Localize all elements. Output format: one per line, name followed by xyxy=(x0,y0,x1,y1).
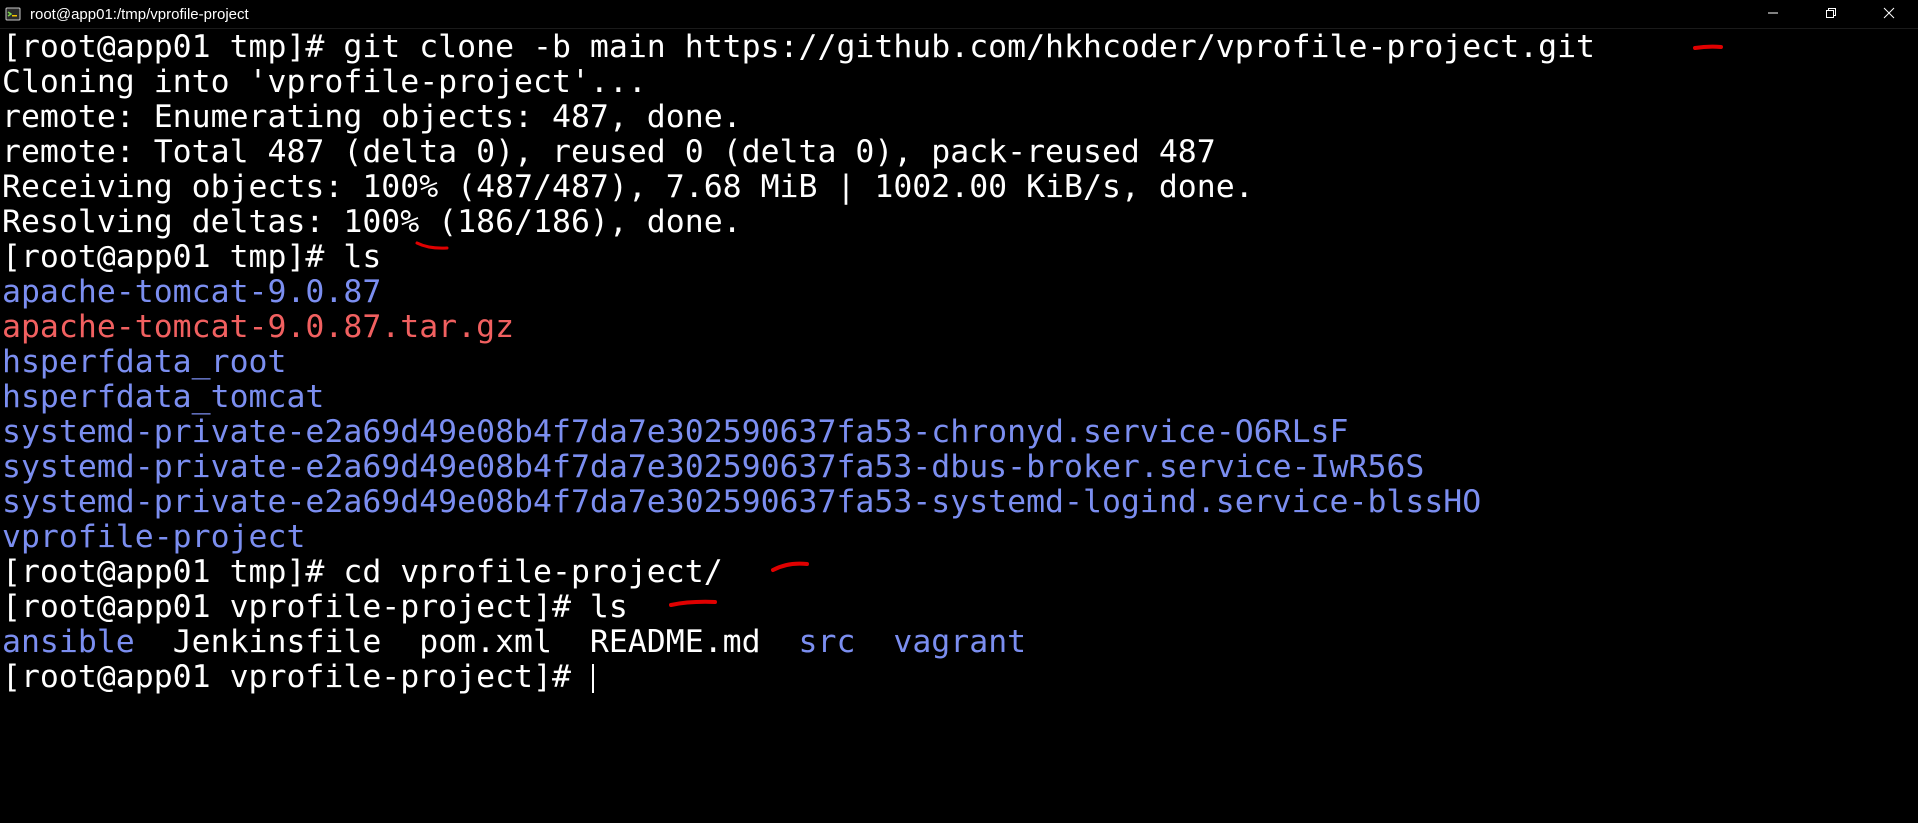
terminal-line: Cloning into 'vprofile-project'... xyxy=(2,65,647,100)
terminal-line: apache-tomcat-9.0.87.tar.gz xyxy=(2,310,514,345)
title-bar[interactable]: root@app01:/tmp/vprofile-project xyxy=(0,0,1918,29)
terminal-line: Receiving objects: 100% (487/487), 7.68 … xyxy=(2,170,1254,205)
terminal-text: [root@app01 tmp]# ls xyxy=(2,239,382,275)
annotation-mark xyxy=(415,241,449,250)
terminal-text: Cloning into 'vprofile-project'... xyxy=(2,64,647,100)
terminal-text: systemd-private-e2a69d49e08b4f7da7e30259… xyxy=(2,414,1349,450)
terminal-line: apache-tomcat-9.0.87 xyxy=(2,275,381,310)
terminal-text: remote: Total 487 (delta 0), reused 0 (d… xyxy=(2,134,1216,170)
terminal-line: [root@app01 vprofile-project]# ls xyxy=(2,590,628,625)
terminal-text: vagrant xyxy=(893,624,1027,660)
terminal-line: Resolving deltas: 100% (186/186), done. xyxy=(2,205,742,240)
terminal-line: systemd-private-e2a69d49e08b4f7da7e30259… xyxy=(2,415,1349,450)
terminal-text: [root@app01 vprofile-project]# ls xyxy=(2,589,628,625)
window-controls xyxy=(1744,0,1918,29)
terminal-text: Jenkinsfile pom.xml README.md xyxy=(134,624,799,660)
window-title: root@app01:/tmp/vprofile-project xyxy=(30,5,249,23)
terminal-text: apache-tomcat-9.0.87.tar.gz xyxy=(2,309,515,345)
terminal-text: systemd-private-e2a69d49e08b4f7da7e30259… xyxy=(2,449,1425,485)
terminal-line: [root@app01 tmp]# ls xyxy=(2,240,381,275)
close-button[interactable] xyxy=(1860,0,1918,29)
text-cursor xyxy=(591,663,594,693)
terminal-output[interactable]: [root@app01 tmp]# git clone -b main http… xyxy=(0,29,1918,823)
terminal-line: remote: Total 487 (delta 0), reused 0 (d… xyxy=(2,135,1216,170)
terminal-text: ansible xyxy=(2,624,135,660)
terminal-line: remote: Enumerating objects: 487, done. xyxy=(2,100,742,135)
terminal-app-icon[interactable] xyxy=(5,6,21,22)
terminal-text: apache-tomcat-9.0.87 xyxy=(2,274,382,310)
terminal-text: [root@app01 tmp]# cd vprofile-project/ xyxy=(2,554,723,590)
terminal-line: ansible Jenkinsfile pom.xml README.md sr… xyxy=(2,625,1026,660)
terminal-text: hsperfdata_tomcat xyxy=(2,379,325,415)
terminal-line: hsperfdata_root xyxy=(2,345,286,380)
terminal-text: Receiving objects: 100% (487/487), 7.68 … xyxy=(2,169,1254,205)
terminal-window: root@app01:/tmp/vprofile-project [root@a… xyxy=(0,0,1918,823)
terminal-text: [root@app01 vprofile-project]# xyxy=(2,659,590,695)
annotation-mark xyxy=(771,561,809,572)
minimize-button[interactable] xyxy=(1744,0,1802,29)
terminal-text: hsperfdata_root xyxy=(2,344,287,380)
terminal-line: [root@app01 tmp]# git clone -b main http… xyxy=(2,30,1595,65)
annotation-mark xyxy=(669,599,717,607)
minimize-icon xyxy=(1767,6,1779,24)
terminal-line: systemd-private-e2a69d49e08b4f7da7e30259… xyxy=(2,450,1424,485)
restore-icon xyxy=(1825,6,1837,24)
annotation-mark xyxy=(1693,44,1723,50)
terminal-line: [root@app01 vprofile-project]# xyxy=(2,660,594,695)
terminal-line: [root@app01 tmp]# cd vprofile-project/ xyxy=(2,555,723,590)
terminal-line: vprofile-project xyxy=(2,520,305,555)
terminal-text: remote: Enumerating objects: 487, done. xyxy=(2,99,742,135)
terminal-text: [root@app01 tmp]# git clone -b main http… xyxy=(2,29,1596,65)
terminal-line: systemd-private-e2a69d49e08b4f7da7e30259… xyxy=(2,485,1481,520)
terminal-line: hsperfdata_tomcat xyxy=(2,380,324,415)
terminal-text: Resolving deltas: 100% (186/186), done. xyxy=(2,204,742,240)
close-icon xyxy=(1883,6,1895,24)
terminal-text: src xyxy=(798,624,856,660)
terminal-text: systemd-private-e2a69d49e08b4f7da7e30259… xyxy=(2,484,1482,520)
restore-button[interactable] xyxy=(1802,0,1860,29)
terminal-text: vprofile-project xyxy=(2,519,306,555)
